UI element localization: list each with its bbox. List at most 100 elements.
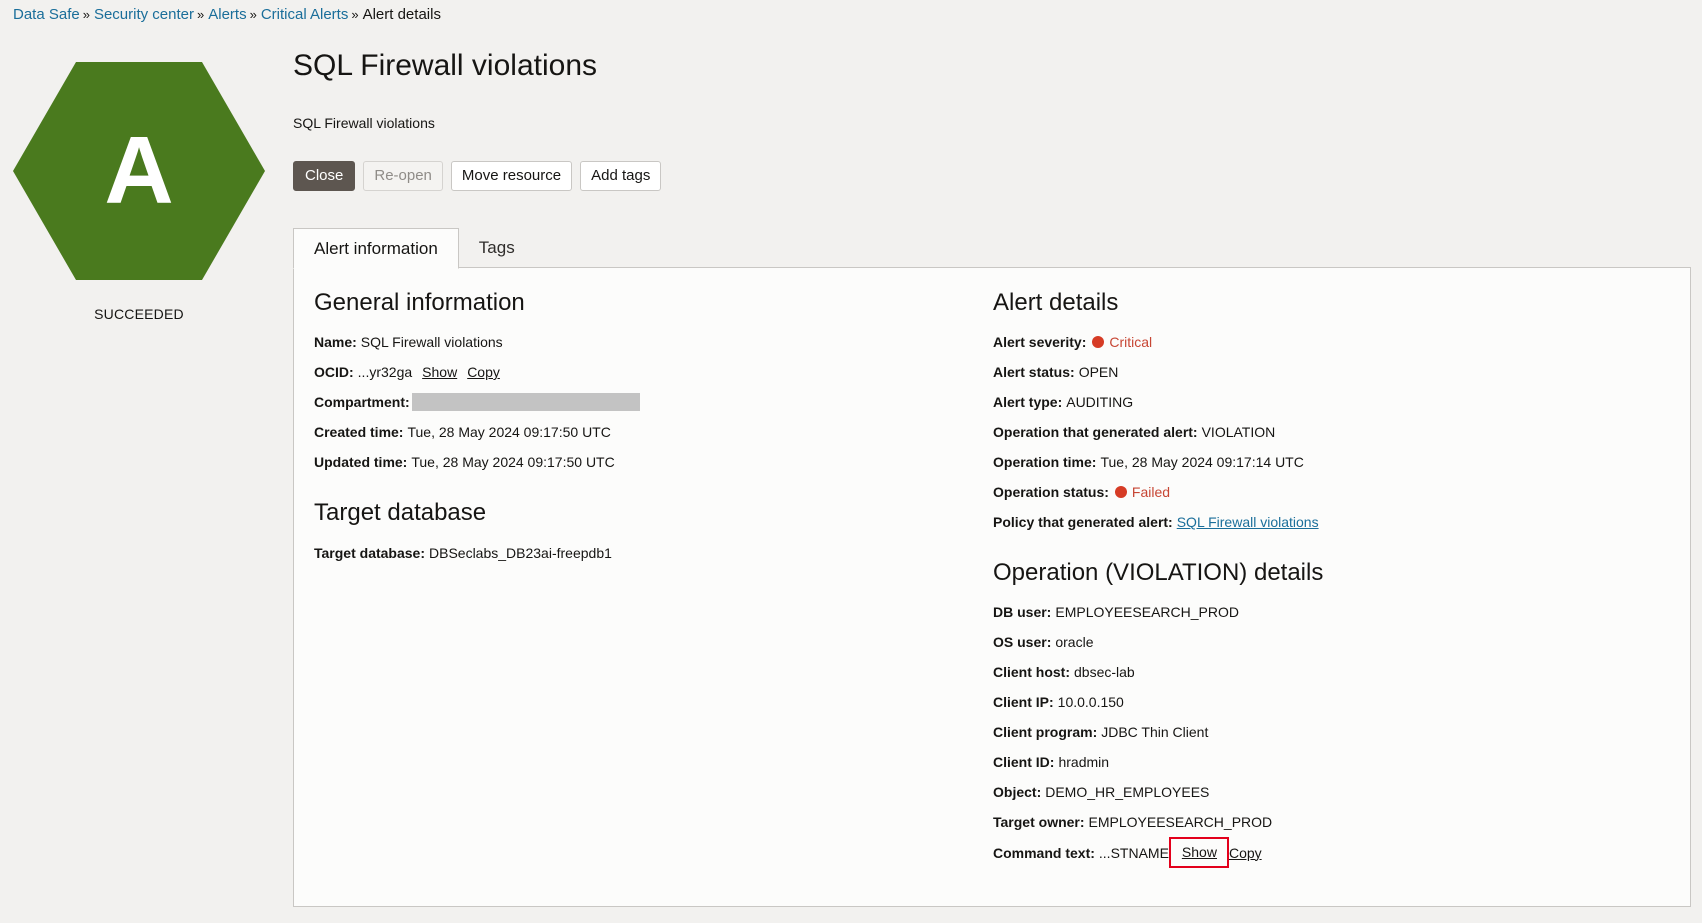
client-host-label: Client host:: [993, 664, 1070, 680]
command-text-value: ...STNAME: [1098, 844, 1169, 861]
action-bar: Close Re-open Move resource Add tags: [293, 161, 662, 191]
alert-type-label: Alert type:: [993, 394, 1063, 410]
reopen-button[interactable]: Re-open: [363, 161, 443, 191]
operation-status-value: Failed: [1131, 484, 1171, 500]
breadcrumb-current: Alert details: [362, 6, 441, 23]
target-database-label: Target database:: [314, 545, 425, 561]
operation-time-value: Tue, 28 May 2024 09:17:14 UTC: [1100, 454, 1304, 470]
operation-generated-label: Operation that generated alert:: [993, 424, 1198, 440]
operation-details-heading: Operation (VIOLATION) details: [993, 559, 1324, 586]
breadcrumb-separator: »: [351, 7, 359, 22]
breadcrumb-separator: »: [197, 7, 205, 22]
name-label: Name:: [314, 334, 357, 350]
updated-time-label: Updated time:: [314, 454, 408, 470]
critical-status-icon: [1092, 336, 1105, 348]
operation-time-label: Operation time:: [993, 454, 1097, 470]
breadcrumb-data-safe[interactable]: Data Safe: [13, 6, 80, 23]
lifecycle-status: SUCCEEDED: [94, 306, 184, 322]
client-host-row: Client host: dbsec-lab: [993, 663, 1135, 681]
policy-link[interactable]: SQL Firewall violations: [1177, 513, 1319, 531]
db-user-label: DB user:: [993, 604, 1052, 620]
client-host-value: dbsec-lab: [1074, 664, 1135, 680]
policy-label: Policy that generated alert:: [993, 514, 1173, 530]
client-ip-label: Client IP:: [993, 694, 1054, 710]
client-program-label: Client program:: [993, 724, 1098, 740]
command-text-copy-link[interactable]: Copy: [1229, 844, 1262, 862]
tab-tags[interactable]: Tags: [459, 228, 535, 268]
updated-time-value: Tue, 28 May 2024 09:17:50 UTC: [411, 454, 615, 470]
failed-status-icon: [1114, 486, 1127, 498]
breadcrumb-separator: »: [249, 7, 257, 22]
breadcrumb: Data Safe» Security center» Alerts» Critica…: [13, 6, 441, 24]
client-id-value: hradmin: [1058, 754, 1110, 770]
page-subtitle: SQL Firewall violations: [293, 115, 435, 131]
command-text-row: Command text: ...STNAME Show Copy: [993, 837, 1262, 868]
os-user-label: OS user:: [993, 634, 1052, 650]
object-label: Object:: [993, 784, 1042, 800]
compartment-label: Compartment:: [314, 394, 410, 410]
alert-severity-row: Alert severity: Critical: [993, 333, 1152, 351]
target-owner-label: Target owner:: [993, 814, 1085, 830]
operation-time-row: Operation time: Tue, 28 May 2024 09:17:1…: [993, 453, 1304, 471]
alert-status-row: Alert status: OPEN: [993, 363, 1118, 381]
general-information-heading: General information: [314, 289, 525, 316]
target-database-heading: Target database: [314, 499, 487, 526]
close-button[interactable]: Close: [293, 161, 356, 191]
created-time-row: Created time: Tue, 28 May 2024 09:17:50 …: [314, 423, 611, 441]
client-ip-row: Client IP: 10.0.0.150: [993, 693, 1124, 711]
operation-generated-row: Operation that generated alert: VIOLATIO…: [993, 423, 1275, 441]
tab-bar: Alert information Tags: [293, 228, 535, 269]
ocid-copy-link[interactable]: Copy: [467, 363, 500, 381]
created-time-value: Tue, 28 May 2024 09:17:50 UTC: [407, 424, 611, 440]
client-program-row: Client program: JDBC Thin Client: [993, 723, 1208, 741]
created-time-label: Created time:: [314, 424, 404, 440]
operation-generated-value: VIOLATION: [1201, 424, 1276, 440]
ocid-value: ...yr32ga: [357, 364, 413, 380]
move-resource-button[interactable]: Move resource: [450, 161, 573, 191]
policy-row: Policy that generated alert: SQL Firewal…: [993, 513, 1319, 531]
alert-severity-value: Critical: [1109, 334, 1153, 350]
updated-time-row: Updated time: Tue, 28 May 2024 09:17:50 …: [314, 453, 615, 471]
resource-badge: A: [13, 62, 265, 280]
client-program-value: JDBC Thin Client: [1101, 724, 1209, 740]
ocid-row: OCID: ...yr32ga Show Copy: [314, 363, 500, 381]
command-text-show-link[interactable]: Show: [1168, 837, 1229, 868]
client-id-row: Client ID: hradmin: [993, 753, 1109, 771]
target-database-row: Target database: DBSeclabs_DB23ai-freepd…: [314, 544, 612, 562]
tab-alert-information[interactable]: Alert information: [293, 228, 459, 269]
badge-letter: A: [104, 117, 174, 224]
target-owner-row: Target owner: EMPLOYEESEARCH_PROD: [993, 813, 1272, 831]
breadcrumb-separator: »: [82, 7, 90, 22]
command-text-show-label: Show: [1181, 844, 1217, 860]
alert-status-label: Alert status:: [993, 364, 1075, 380]
object-value: DEMO_HR_EMPLOYEES: [1045, 784, 1210, 800]
ocid-label: OCID:: [314, 364, 354, 380]
client-id-label: Client ID:: [993, 754, 1055, 770]
os-user-row: OS user: oracle: [993, 633, 1094, 651]
alert-type-row: Alert type: AUDITING: [993, 393, 1133, 411]
breadcrumb-critical-alerts[interactable]: Critical Alerts: [261, 6, 349, 23]
client-ip-value: 10.0.0.150: [1057, 694, 1124, 710]
os-user-value: oracle: [1055, 634, 1094, 650]
object-row: Object: DEMO_HR_EMPLOYEES: [993, 783, 1209, 801]
compartment-row: Compartment:: [314, 393, 640, 411]
operation-status-label: Operation status:: [993, 484, 1109, 500]
ocid-show-link[interactable]: Show: [422, 363, 457, 381]
compartment-value-redacted: [411, 393, 640, 411]
add-tags-button[interactable]: Add tags: [580, 161, 662, 191]
command-text-label: Command text:: [993, 844, 1095, 861]
breadcrumb-alerts[interactable]: Alerts: [208, 6, 246, 23]
alert-status-value: OPEN: [1078, 364, 1119, 380]
operation-status-row: Operation status: Failed: [993, 483, 1170, 501]
breadcrumb-security-center[interactable]: Security center: [94, 6, 194, 23]
alert-details-heading: Alert details: [993, 289, 1119, 316]
alert-type-value: AUDITING: [1066, 394, 1134, 410]
alert-information-panel: General information Name: SQL Firewall v…: [293, 267, 1691, 907]
target-owner-value: EMPLOYEESEARCH_PROD: [1088, 814, 1273, 830]
db-user-row: DB user: EMPLOYEESEARCH_PROD: [993, 603, 1239, 621]
db-user-value: EMPLOYEESEARCH_PROD: [1055, 604, 1239, 620]
name-value: SQL Firewall violations: [360, 334, 503, 350]
name-row: Name: SQL Firewall violations: [314, 333, 503, 351]
target-database-value: DBSeclabs_DB23ai-freepdb1: [429, 545, 612, 561]
page-title: SQL Firewall violations: [293, 49, 597, 82]
